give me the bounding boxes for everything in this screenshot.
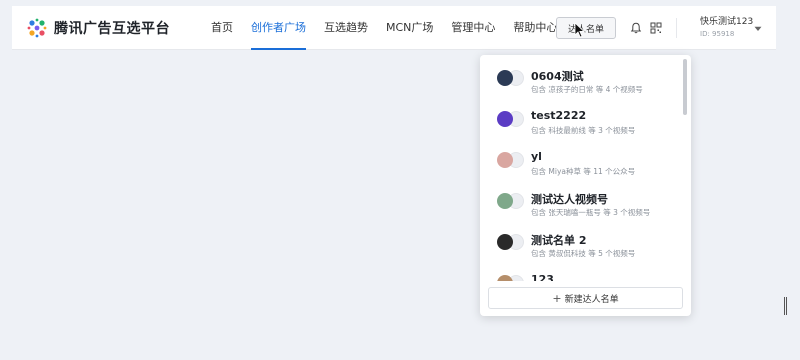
user-id: ID: 95918: [700, 30, 735, 38]
new-creator-list-label: 新建达人名单: [564, 294, 619, 305]
list-item-title: 测试名单 2: [531, 234, 587, 247]
avatar: [497, 234, 513, 250]
dropdown-scrollbar[interactable]: [683, 59, 687, 115]
nav-item-home[interactable]: 首页: [202, 6, 242, 50]
list-item-title: test2222: [531, 109, 587, 122]
list-item-subtitle: 包含 张天瑞嗑一瓶号 等 3 个视频号: [531, 208, 651, 217]
plus-icon: +: [552, 291, 562, 305]
user-name: 快乐测试123: [700, 17, 754, 27]
list-item-subtitle: 包含 Miya种草 等 11 个公众号: [531, 167, 636, 176]
nav-item-creator-square[interactable]: 创作者广场: [242, 6, 315, 50]
creator-list-button[interactable]: 达人名单: [556, 17, 616, 39]
top-navigation-bar: 腾讯广告互选平台 首页 创作者广场 互选趋势 MCN广场 管理中心 帮助中心 达…: [12, 6, 776, 50]
logo-text: 腾讯广告互选平台: [54, 20, 170, 37]
list-item[interactable]: 测试名单 2 包含 黄叔侃科技 等 5 个视频号: [480, 222, 680, 262]
logo-icon: [27, 18, 47, 37]
header-divider: [676, 18, 677, 38]
bell-icon[interactable]: [630, 22, 642, 34]
nav-item-trends[interactable]: 互选趋势: [315, 6, 377, 50]
main-nav: 首页 创作者广场 互选趋势 MCN广场 管理中心 帮助中心: [202, 6, 566, 50]
list-item-title: 0604测试: [531, 70, 584, 83]
list-item[interactable]: test2222 包含 科技最前线 等 3 个视频号: [480, 99, 680, 139]
page-scrollbar[interactable]: [784, 297, 788, 315]
list-item-subtitle: 包含 科技最前线 等 3 个视频号: [531, 126, 636, 135]
qr-code-icon[interactable]: [650, 22, 662, 34]
list-item-subtitle: 包含 凉孩子的日常 等 4 个视频号: [531, 85, 643, 94]
logo[interactable]: 腾讯广告互选平台: [26, 17, 170, 39]
list-item[interactable]: yl 包含 Miya种草 等 11 个公众号: [480, 140, 680, 180]
cursor-icon: [574, 22, 586, 38]
list-item-title: 123: [531, 273, 554, 281]
avatar: [497, 111, 513, 127]
list-item[interactable]: 123: [480, 263, 680, 281]
nav-item-mcn-square[interactable]: MCN广场: [377, 6, 442, 50]
avatar: [497, 193, 513, 209]
user-menu[interactable]: 快乐测试123 ID: 95918: [700, 14, 753, 38]
creator-list: 0604测试 包含 凉孩子的日常 等 4 个视频号 test2222 包含 科技…: [480, 55, 691, 281]
nav-item-management[interactable]: 管理中心: [442, 6, 504, 50]
list-item-title: yl: [531, 150, 542, 163]
list-item-title: 测试达人视频号: [531, 193, 608, 206]
creator-list-dropdown: 0604测试 包含 凉孩子的日常 等 4 个视频号 test2222 包含 科技…: [480, 55, 691, 316]
avatar: [497, 152, 513, 168]
new-creator-list-button[interactable]: + 新建达人名单: [488, 287, 683, 309]
chevron-down-icon[interactable]: [754, 26, 762, 32]
list-item[interactable]: 0604测试 包含 凉孩子的日常 等 4 个视频号: [480, 58, 680, 98]
list-item[interactable]: 测试达人视频号 包含 张天瑞嗑一瓶号 等 3 个视频号: [480, 181, 680, 221]
list-item-subtitle: 包含 黄叔侃科技 等 5 个视频号: [531, 249, 636, 258]
avatar: [497, 70, 513, 86]
